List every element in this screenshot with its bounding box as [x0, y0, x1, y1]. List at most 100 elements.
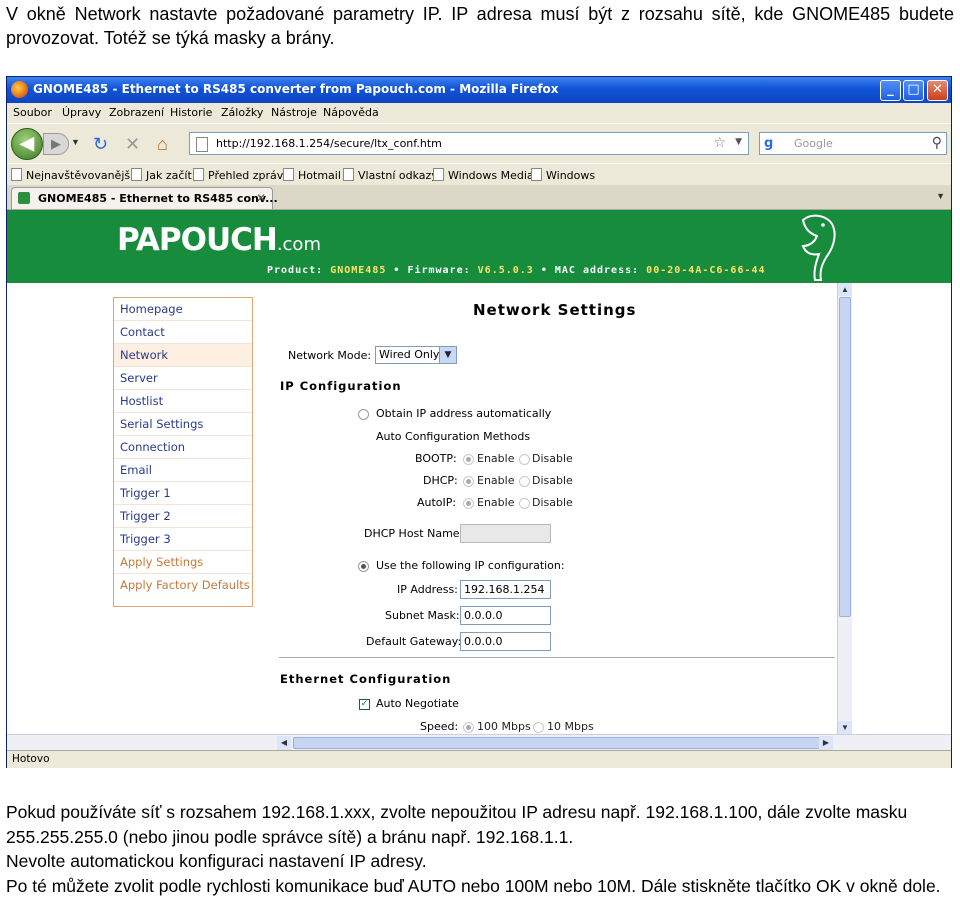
bookmark-item[interactable]: Vlastní odkazy	[343, 168, 438, 182]
bookmark-item[interactable]: Přehled zpráv	[193, 168, 283, 182]
product-value: GNOME485	[330, 265, 387, 276]
network-mode-label: Network Mode:	[288, 349, 372, 362]
auto-methods-label: Auto Configuration Methods	[376, 430, 531, 443]
mac-value: 00-20-4A-C6-66-44	[646, 265, 766, 276]
bootp-enable-label: Enable	[477, 452, 515, 465]
bookmark-icon	[11, 168, 22, 181]
firmware-value: V6.5.0.3	[477, 265, 534, 276]
dhcp-enable-radio[interactable]	[463, 476, 474, 487]
network-mode-value: Wired Only	[379, 348, 440, 361]
bookmark-item[interactable]: Windows Media	[433, 168, 534, 182]
bookmark-label: Windows Media	[448, 169, 534, 182]
menu-zobrazeni[interactable]: Zobrazení	[109, 106, 164, 119]
product-info: Product: GNOME485 • Firmware: V6.5.0.3 •…	[267, 265, 766, 276]
page-icon	[196, 137, 208, 152]
logo-main: PAPOUCH	[117, 222, 278, 258]
bookmark-label: Přehled zpráv	[208, 169, 284, 182]
close-button[interactable]: ✕	[927, 80, 948, 101]
gateway-label: Default Gateway:	[366, 635, 462, 648]
bookmark-item[interactable]: Windows	[531, 168, 595, 182]
search-icon[interactable]: ⚲	[932, 135, 942, 151]
tab-bar: GNOME485 - Ethernet to RS485 conv... ✕ ▼	[7, 185, 951, 210]
dhcp-enable-label: Enable	[477, 474, 515, 487]
logo-suffix: .com	[276, 234, 321, 255]
scroll-left-icon[interactable]: ◀	[277, 736, 291, 750]
instruction-paragraph-2: Nevolte automatickou konfiguraci nastave…	[6, 851, 427, 871]
forward-button[interactable]: ▶	[43, 133, 69, 155]
instruction-paragraph-1: Pokud používáte síť s rozsahem 192.168.1…	[6, 802, 908, 847]
stop-icon[interactable]: ✕	[125, 134, 140, 154]
tab-gnome485[interactable]: GNOME485 - Ethernet to RS485 conv... ✕	[11, 187, 278, 209]
subnet-mask-field[interactable]: 0.0.0.0	[460, 606, 551, 625]
bookmark-icon	[531, 168, 542, 181]
bookmark-item[interactable]: Jak začít	[131, 168, 192, 182]
menu-bar: Soubor Úpravy Zobrazení Historie Záložky…	[7, 103, 951, 123]
menu-soubor[interactable]: Soubor	[13, 106, 52, 119]
status-bar: Hotovo	[7, 750, 951, 768]
section-divider	[279, 657, 835, 658]
autoip-label: AutoIP:	[417, 496, 457, 509]
network-mode-select[interactable]: Wired Only ▼	[375, 346, 457, 364]
bookmark-star-icon[interactable]: ☆	[713, 135, 726, 151]
chevron-down-icon: ▼	[439, 347, 456, 363]
obtain-auto-label: Obtain IP address automatically	[376, 407, 552, 420]
bookmark-item[interactable]: Hotmail	[283, 168, 341, 182]
reload-icon[interactable]: ↻	[93, 134, 108, 154]
intro-paragraph: V okně Network nastavte požadované param…	[6, 4, 954, 48]
speed-100-radio[interactable]	[463, 722, 474, 733]
site-favicon-icon	[18, 192, 30, 204]
page-title: Network Settings	[473, 301, 637, 319]
history-dropdown-icon[interactable]: ▼	[71, 137, 80, 147]
dhcp-disable-radio[interactable]	[519, 476, 530, 487]
menu-upravy[interactable]: Úpravy	[62, 106, 101, 119]
url-dropdown-icon[interactable]: ▼	[735, 137, 742, 147]
back-button[interactable]: ◀	[11, 128, 43, 160]
scroll-up-icon[interactable]: ▲	[838, 283, 852, 296]
page-area: Homepage Contact Network Server Hostlist…	[7, 283, 837, 734]
speed-10-radio[interactable]	[533, 722, 544, 733]
ip-address-field[interactable]: 192.168.1.254	[460, 580, 551, 599]
scroll-down-icon[interactable]: ▼	[838, 721, 852, 734]
network-settings-form: Network Settings Network Mode: Wired Onl…	[7, 283, 837, 734]
gateway-field[interactable]: 0.0.0.0	[460, 632, 551, 651]
menu-zalozky[interactable]: Záložky	[221, 106, 263, 119]
use-following-label: Use the following IP configuration:	[376, 559, 565, 572]
autoip-disable-radio[interactable]	[519, 498, 530, 509]
bootp-disable-label: Disable	[532, 452, 573, 465]
firefox-icon	[11, 81, 28, 98]
tab-list-icon[interactable]: ▼	[936, 191, 945, 201]
autoip-enable-radio[interactable]	[463, 498, 474, 509]
scroll-thumb[interactable]	[839, 297, 851, 617]
use-following-radio[interactable]	[358, 561, 369, 572]
status-text: Hotovo	[12, 753, 50, 765]
bookmark-icon	[433, 168, 444, 181]
url-bar[interactable]: http://192.168.1.254/secure/ltx_conf.htm…	[189, 132, 749, 155]
home-icon[interactable]: ⌂	[157, 134, 168, 154]
dhcp-host-field[interactable]	[460, 524, 551, 543]
autoip-enable-label: Enable	[477, 496, 515, 509]
vertical-scrollbar[interactable]: ▲ ▼	[837, 283, 852, 734]
bookmark-item[interactable]: Nejnavštěvovanější	[11, 168, 133, 182]
papouch-logo[interactable]: PAPOUCH.com	[117, 222, 321, 258]
autoip-disable-label: Disable	[532, 496, 573, 509]
close-tab-icon[interactable]: ✕	[256, 191, 266, 205]
horizontal-scrollbar[interactable]: ◀ ▶	[7, 734, 951, 751]
obtain-auto-radio[interactable]	[358, 409, 369, 420]
menu-nastroje[interactable]: Nástroje	[271, 106, 317, 119]
subnet-mask-label: Subnet Mask:	[385, 609, 460, 622]
bootp-disable-radio[interactable]	[519, 454, 530, 465]
menu-napoveda[interactable]: Nápověda	[323, 106, 379, 119]
menu-historie[interactable]: Historie	[170, 106, 212, 119]
auto-negotiate-checkbox[interactable]: ✓	[359, 699, 370, 710]
bootp-label: BOOTP:	[415, 452, 457, 465]
scroll-right-icon[interactable]: ▶	[819, 736, 833, 750]
bootp-enable-radio[interactable]	[463, 454, 474, 465]
bookmark-label: Jak začít	[146, 169, 192, 182]
google-icon[interactable]: g	[764, 136, 773, 151]
minimize-button[interactable]: _	[880, 80, 901, 101]
search-input[interactable]: g Google ⚲	[759, 132, 947, 155]
maximize-button[interactable]: □	[903, 80, 924, 101]
tab-title: GNOME485 - Ethernet to RS485 conv...	[38, 192, 278, 205]
bookmark-label: Hotmail	[298, 169, 341, 182]
h-scroll-thumb[interactable]	[293, 737, 821, 749]
